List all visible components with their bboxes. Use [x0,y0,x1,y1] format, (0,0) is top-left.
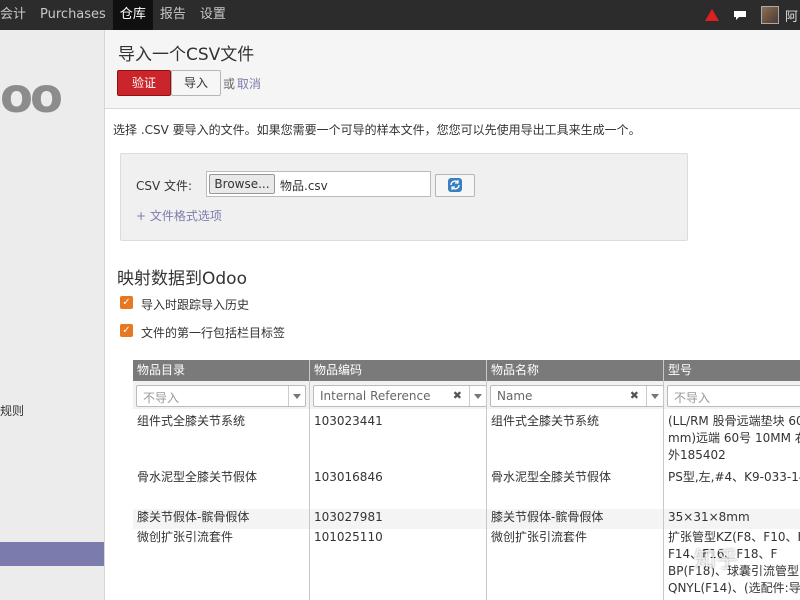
table-cell: 骨水泥型全膝关节假体 [137,470,258,484]
column-header: 型号 [668,363,693,377]
table-cell: 101025110 [314,530,383,544]
field-select[interactable]: 不导入 [136,385,306,407]
top-nav: 会计 Purchases 仓库 报告 设置 [0,0,233,30]
column-header: 物品编码 [314,363,363,377]
field-select-value: Name [497,389,533,403]
field-select-value: Internal Reference [320,389,431,403]
table-row: 组件式全膝关节系统 103023441 组件式全膝关节系统 (LL/RM 股骨远… [133,413,800,469]
file-input[interactable]: Browse... 物品.csv [206,171,431,197]
table-cell: 103016846 [314,470,383,484]
table-cell: 组件式全膝关节系统 [137,414,246,428]
nav-purchases[interactable]: Purchases [33,0,113,30]
table-header: 物品目录 物品编码 物品名称 型号 [133,360,800,381]
file-upload-panel: CSV 文件: Browse... 物品.csv + 文件格式选项 [120,153,688,241]
table-cell: 35×31×8mm [668,510,750,524]
or-label: 或 [223,77,236,91]
table-cell: (LL/RM 股骨远端垫块 60 mm)远端 60号 10MM 右 外18540… [668,414,800,462]
clear-icon[interactable]: ✖ [630,389,639,402]
column-divider [309,360,310,600]
table-cell: 骨水泥型全膝关节假体 [491,470,612,484]
user-name[interactable]: 阿 [785,6,798,25]
field-select[interactable]: Internal Reference ✖ [313,385,487,407]
nav-reports[interactable]: 报告 [153,0,193,30]
page-header: 导入一个CSV文件 验证 导入 或 取消 [105,30,800,109]
watermark: 知乎 [694,548,739,573]
table-cell: 膝关节假体-髌骨假体 [137,510,250,524]
field-select-placeholder: 不导入 [143,391,180,405]
table-cell: PS型,左,#4、K9-033-140 [668,470,800,484]
intro-text: 选择 .CSV 要导入的文件。如果您需要一个可导的样本文件，您您可以先使用导出工… [113,123,641,137]
table-cell: 微创扩张引流套件 [137,530,234,544]
top-bar: 会计 Purchases 仓库 报告 设置 阿 [0,0,800,30]
nav-settings[interactable]: 设置 [193,0,233,30]
reload-icon [448,178,462,192]
table-cell: 103023441 [314,414,383,428]
nav-warehouse[interactable]: 仓库 [112,0,153,30]
clear-icon[interactable]: ✖ [453,389,462,402]
table-cell: 膝关节假体-髌骨假体 [491,510,604,524]
column-header: 物品名称 [491,363,540,377]
nav-accounting[interactable]: 会计 [0,0,33,30]
field-mapping-row: 不导入 Internal Reference ✖ Name ✖ 不导入 [133,381,800,409]
sidebar: oo 规则 [0,30,105,600]
table-cell: 组件式全膝关节系统 [491,414,600,428]
field-select-placeholder: 不导入 [674,391,711,405]
chevron-down-icon[interactable] [646,386,663,406]
chat-icon[interactable] [733,10,747,20]
top-right: 阿 [704,0,800,30]
browse-button[interactable]: Browse... [209,174,275,194]
page-title: 导入一个CSV文件 [118,45,255,65]
chevron-down-icon[interactable] [288,386,305,406]
track-history-label: 导入时跟踪导入历史 [141,298,250,312]
column-divider [486,360,487,600]
table-row: 膝关节假体-髌骨假体 103027981 膝关节假体-髌骨假体 35×31×8m… [133,509,800,529]
chevron-down-icon[interactable] [469,386,486,406]
warning-icon[interactable] [704,9,719,21]
column-header: 物品目录 [137,363,186,377]
odoo-logo: oo [0,68,63,124]
avatar[interactable] [760,6,779,24]
sidebar-item-active[interactable] [0,542,104,566]
mapping-title: 映射数据到Odoo [117,269,247,289]
import-button[interactable]: 导入 [171,70,221,96]
field-select[interactable]: 不导入 [667,385,800,407]
file-format-options-link[interactable]: + 文件格式选项 [136,207,222,224]
track-history-checkbox[interactable]: ✓ [120,296,133,309]
table-cell: 103027981 [314,510,383,524]
first-row-headers-label: 文件的第一行包括栏目标签 [141,326,286,340]
reload-button[interactable] [435,174,475,197]
sidebar-item-rules[interactable]: 规则 [0,402,24,419]
table-row: 骨水泥型全膝关节假体 103016846 骨水泥型全膝关节假体 PS型,左,#4… [133,469,800,509]
cancel-link[interactable]: 取消 [237,75,261,92]
validate-button[interactable]: 验证 [117,70,171,96]
column-divider [663,360,664,600]
table-cell: 微创扩张引流套件 [491,530,588,544]
first-row-headers-checkbox[interactable]: ✓ [120,324,133,337]
field-select[interactable]: Name ✖ [490,385,664,407]
file-name: 物品.csv [280,179,328,193]
csv-file-label: CSV 文件: [136,179,193,193]
